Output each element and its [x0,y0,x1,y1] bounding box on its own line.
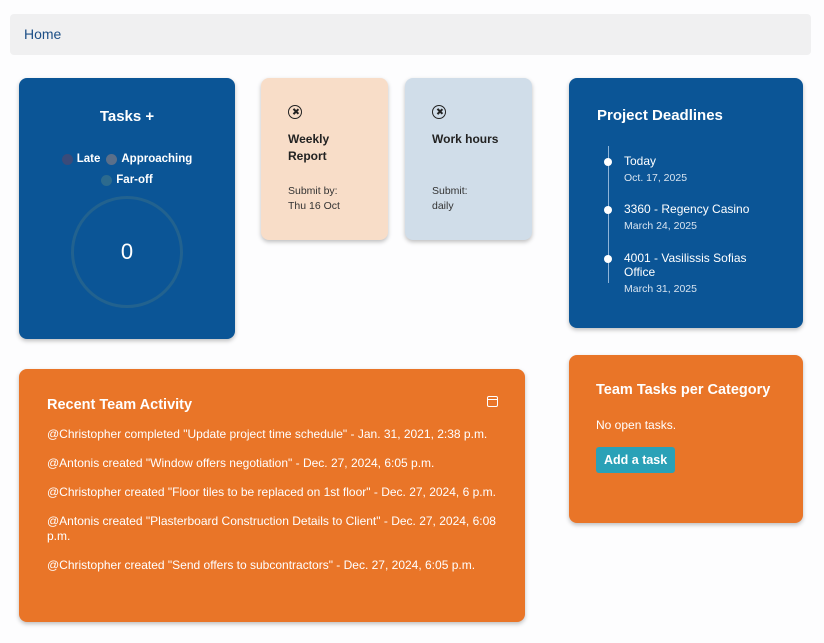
far-off-swatch-icon [101,174,113,186]
approaching-swatch-icon [106,153,118,165]
close-circle-icon[interactable] [432,105,446,119]
timeline-bullet-icon [604,206,612,214]
work-hours-submit: Submit: daily [432,185,468,212]
legend-late[interactable]: Late [61,153,100,165]
team-tasks-card: Team Tasks per Category No open tasks. A… [569,355,803,523]
team-tasks-title: Team Tasks per Category [596,382,771,398]
project-deadlines-card: Project Deadlines Today Oct. 17, 2025 33… [569,78,803,328]
tasks-title: Tasks + [99,108,155,125]
recent-activity-title: Recent Team Activity [47,397,193,413]
activity-item: @Antonis created "Window offers negotiat… [47,456,435,470]
weekly-report-submit: Submit by: Thu 16 Oct [288,185,340,212]
timeline-item[interactable]: 4001 - Vasilissis Sofias Office March 31… [604,251,778,295]
tasks-count: 0 [120,239,134,264]
weekly-report-name: Weekly Report [288,132,330,163]
add-task-plus[interactable]: + [145,108,154,125]
tasks-card: Tasks + Late Approaching Far-off 0 [19,78,235,339]
legend-far-off[interactable]: Far-off [101,174,153,186]
activity-item: @Christopher created "Floor tiles to be … [47,485,496,499]
timeline-item[interactable]: Today Oct. 17, 2025 [604,154,778,184]
recent-activity-card: Recent Team Activity @Christopher comple… [19,369,525,622]
work-hours-card[interactable]: Work hours Submit: daily [405,78,532,240]
project-deadlines-title: Project Deadlines [597,107,723,124]
add-task-button[interactable]: Add a task [596,447,676,473]
weekly-report-card[interactable]: Weekly Report Submit by: Thu 16 Oct [261,78,388,240]
legend-approaching[interactable]: Approaching [106,153,192,165]
late-swatch-icon [61,153,73,165]
activity-item: @Christopher completed "Update project t… [47,427,488,441]
no-tasks-message: No open tasks. [596,418,677,432]
timeline-bullet-icon [604,158,612,166]
tasks-legend-row2: Far-off [19,174,235,186]
tasks-legend: Late Approaching [19,153,235,165]
timeline-bullet-icon [604,255,612,263]
calendar-icon[interactable] [487,396,498,407]
timeline-item[interactable]: 3360 - Regency Casino March 24, 2025 [604,202,778,232]
breadcrumb: Home [10,14,811,55]
activity-item: @Antonis created "Plasterboard Construct… [47,514,496,543]
breadcrumb-home-link[interactable]: Home [24,26,61,42]
activity-list: @Christopher completed "Update project t… [47,427,497,573]
work-hours-name: Work hours [432,132,499,146]
close-circle-icon[interactable] [288,105,302,119]
activity-item: @Christopher created "Send offers to sub… [47,558,476,572]
tasks-donut-chart: 0 [71,196,183,308]
